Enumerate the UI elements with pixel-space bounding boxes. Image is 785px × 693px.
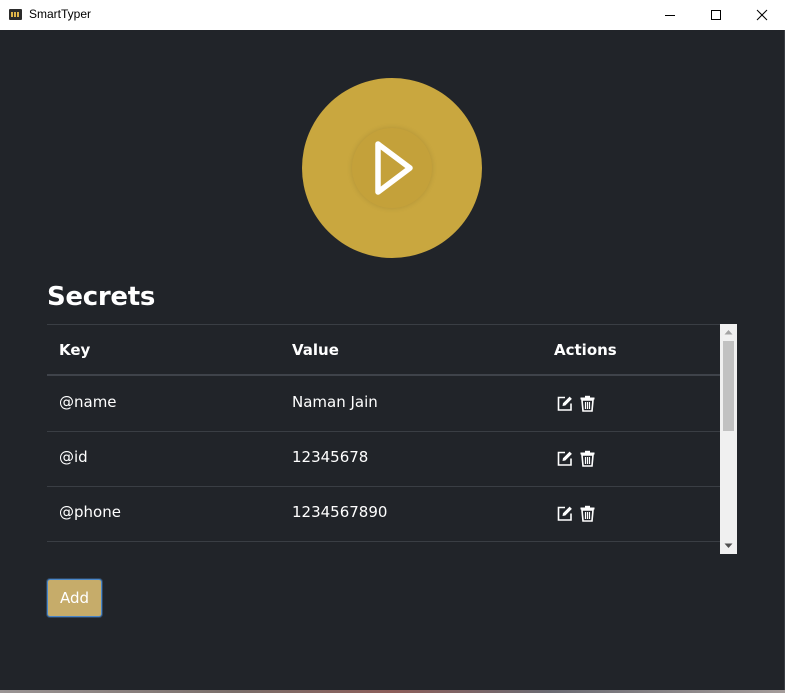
- add-button[interactable]: Add: [47, 579, 102, 617]
- minimize-button[interactable]: [647, 0, 693, 30]
- secrets-heading: Secrets: [47, 282, 156, 312]
- row-actions: [556, 450, 596, 467]
- row-key: @phone: [59, 503, 121, 521]
- window-title: SmartTyper: [29, 7, 92, 21]
- close-button[interactable]: [739, 0, 785, 30]
- play-button[interactable]: [302, 78, 482, 258]
- scroll-thumb[interactable]: [723, 341, 734, 431]
- table-header: Key Value Actions: [47, 325, 720, 376]
- edit-icon[interactable]: [556, 505, 573, 522]
- maximize-button[interactable]: [693, 0, 739, 30]
- scroll-up-arrow-icon[interactable]: [720, 324, 737, 340]
- play-icon: [375, 141, 413, 195]
- table-scrollbar[interactable]: [720, 324, 737, 554]
- column-header-actions: Actions: [554, 341, 617, 359]
- table-row: @id 12345678: [47, 431, 720, 487]
- row-key: @id: [59, 448, 88, 466]
- close-icon: [756, 9, 768, 21]
- main-content: Secrets Key Value Actions @name Naman Ja…: [0, 30, 784, 690]
- column-header-key: Key: [59, 341, 91, 359]
- table-row: @phone 1234567890: [47, 486, 720, 542]
- trash-icon[interactable]: [579, 395, 596, 412]
- column-header-value: Value: [292, 341, 339, 359]
- row-value: 12345678: [292, 448, 369, 466]
- minimize-icon: [665, 15, 675, 16]
- row-key: @name: [59, 393, 117, 411]
- row-value: Naman Jain: [292, 393, 378, 411]
- edit-icon[interactable]: [556, 450, 573, 467]
- title-bar: SmartTyper: [0, 0, 785, 30]
- row-actions: [556, 395, 596, 412]
- keyboard-icon: [9, 9, 22, 20]
- table-row: @name Naman Jain: [47, 376, 720, 432]
- smarttyper-window: SmartTyper Secrets Key Value Actions @na…: [0, 0, 785, 693]
- scroll-down-arrow-icon[interactable]: [720, 538, 737, 554]
- edit-icon[interactable]: [556, 395, 573, 412]
- secrets-table: Key Value Actions @name Naman Jain @id 1…: [47, 324, 720, 584]
- row-actions: [556, 505, 596, 522]
- trash-icon[interactable]: [579, 450, 596, 467]
- trash-icon[interactable]: [579, 505, 596, 522]
- maximize-icon: [711, 10, 721, 20]
- row-value: 1234567890: [292, 503, 388, 521]
- play-button-inner: [352, 128, 432, 208]
